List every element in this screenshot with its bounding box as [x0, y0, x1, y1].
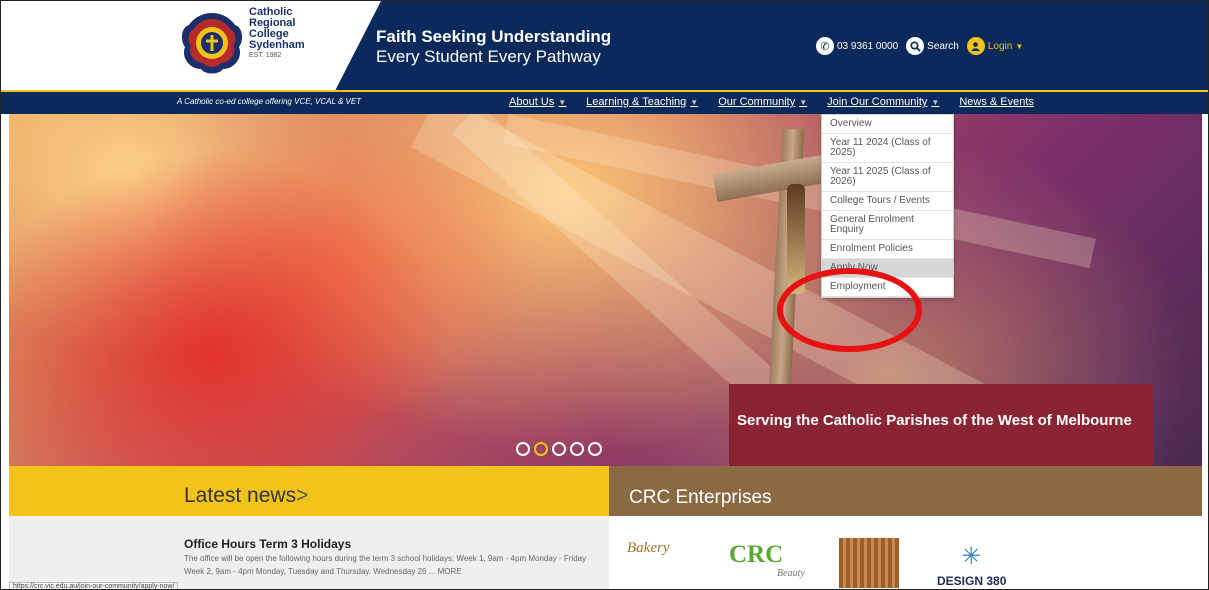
hero-banner-text: Serving the Catholic Parishes of the Wes… — [737, 412, 1132, 429]
latest-news-header[interactable]: Latest news> — [9, 466, 609, 516]
slider-dot[interactable] — [516, 442, 530, 456]
status-bar-url: https://crc.vic.edu.au/join-our-communit… — [9, 582, 179, 589]
crc-enterprises-section: CRC Enterprises Bakery CRC Beauty ✳ DESI… — [609, 466, 1202, 589]
search-icon — [906, 37, 925, 55]
nav-tagline: A Catholic co-ed college offering VCE, V… — [177, 97, 362, 106]
latest-news-section: Latest news> Office Hours Term 3 Holiday… — [9, 466, 609, 589]
bakery-logo[interactable]: Bakery — [627, 540, 669, 557]
user-icon — [966, 37, 985, 55]
nav-item-learning-teaching[interactable]: Learning & Teaching ▼ — [586, 96, 698, 108]
news-item-title[interactable]: Office Hours Term 3 Holidays — [184, 537, 351, 551]
hero-banner: Serving the Catholic Parishes of the Wes… — [729, 384, 1153, 466]
login-button[interactable]: Login ▼ — [966, 37, 1024, 55]
chevron-down-icon: ▼ — [1015, 41, 1024, 51]
nav-menu: About Us ▼ Learning & Teaching ▼ Our Com… — [509, 96, 1054, 108]
browser-viewport: Catholic Regional College Sydenham EST. … — [0, 0, 1209, 590]
dropdown-item-year-11-2024[interactable]: Year 11 2024 (Class of 2025) — [822, 134, 953, 163]
dropdown-item-overview[interactable]: Overview — [822, 115, 953, 134]
phone-icon: ✆ — [816, 37, 834, 55]
slider-dot-active[interactable] — [534, 442, 548, 456]
nav-item-label: Join Our Community — [827, 96, 928, 108]
nav-item-label: Our Community — [718, 96, 796, 108]
slider-dot[interactable] — [588, 442, 602, 456]
chevron-down-icon: ▼ — [931, 97, 940, 107]
enterprises-header: CRC Enterprises — [609, 466, 1202, 516]
search-button[interactable]: Search — [906, 37, 959, 55]
college-crest-icon[interactable] — [179, 11, 245, 77]
header-tools: ✆ 03 9361 0000 Search Login ▼ — [816, 37, 1031, 55]
nav-item-label: About Us — [509, 96, 555, 108]
dropdown-item-college-tours[interactable]: College Tours / Events — [822, 192, 953, 211]
annotation-highlight-circle — [777, 268, 922, 352]
crc-beauty-logo[interactable]: CRC — [729, 542, 783, 567]
phone-number: 03 9361 0000 — [837, 40, 899, 52]
search-label: Search — [927, 40, 959, 52]
chevron-right-icon: > — [296, 484, 309, 507]
dropdown-item-year-11-2025[interactable]: Year 11 2025 (Class of 2026) — [822, 163, 953, 192]
logo-line: Sydenham — [249, 39, 305, 51]
nav-item-join-our-community[interactable]: Join Our Community ▼ — [827, 96, 939, 108]
logo-established: EST. 1982 — [249, 52, 282, 59]
site-header: Catholic Regional College Sydenham EST. … — [1, 1, 1208, 90]
crc-beauty-subtitle: Beauty — [777, 568, 805, 579]
chevron-down-icon: ▼ — [799, 97, 808, 107]
slider-dot[interactable] — [552, 442, 566, 456]
latest-news-title[interactable]: Latest news> — [184, 484, 308, 508]
nav-item-news-events[interactable]: News & Events — [959, 96, 1034, 108]
college-name-logo[interactable]: Catholic Regional College Sydenham EST. … — [249, 7, 305, 60]
phone-link[interactable]: ✆ 03 9361 0000 — [816, 37, 898, 55]
chevron-down-icon: ▼ — [558, 97, 567, 107]
hero-slider[interactable]: Serving the Catholic Parishes of the Wes… — [9, 114, 1202, 466]
chevron-down-icon: ▼ — [690, 97, 699, 107]
dropdown-item-enrolment-enquiry[interactable]: General Enrolment Enquiry — [822, 211, 953, 240]
enterprises-title: CRC Enterprises — [629, 487, 772, 508]
nav-item-label: Learning & Teaching — [586, 96, 687, 108]
header-tagline-main: Faith Seeking Understanding — [376, 27, 612, 46]
login-label: Login — [987, 40, 1013, 52]
design-380-logo[interactable]: DESIGN 380 — [937, 574, 1006, 588]
theatre-logo[interactable] — [839, 538, 899, 588]
news-item-excerpt: The office will be open the following ho… — [184, 554, 587, 576]
main-navigation: A Catholic co-ed college offering VCE, V… — [1, 90, 1208, 114]
snowflake-icon: ✳ — [961, 542, 982, 570]
nav-item-our-community[interactable]: Our Community ▼ — [718, 96, 807, 108]
section-title: Latest news — [184, 484, 297, 507]
dropdown-item-enrolment-policies[interactable]: Enrolment Policies — [822, 240, 953, 259]
header-tagline-sub: Every Student Every Pathway — [376, 47, 601, 66]
nav-item-label: News & Events — [959, 96, 1034, 108]
slider-pagination — [516, 442, 606, 456]
slider-dot[interactable] — [570, 442, 584, 456]
nav-item-about-us[interactable]: About Us ▼ — [509, 96, 566, 108]
